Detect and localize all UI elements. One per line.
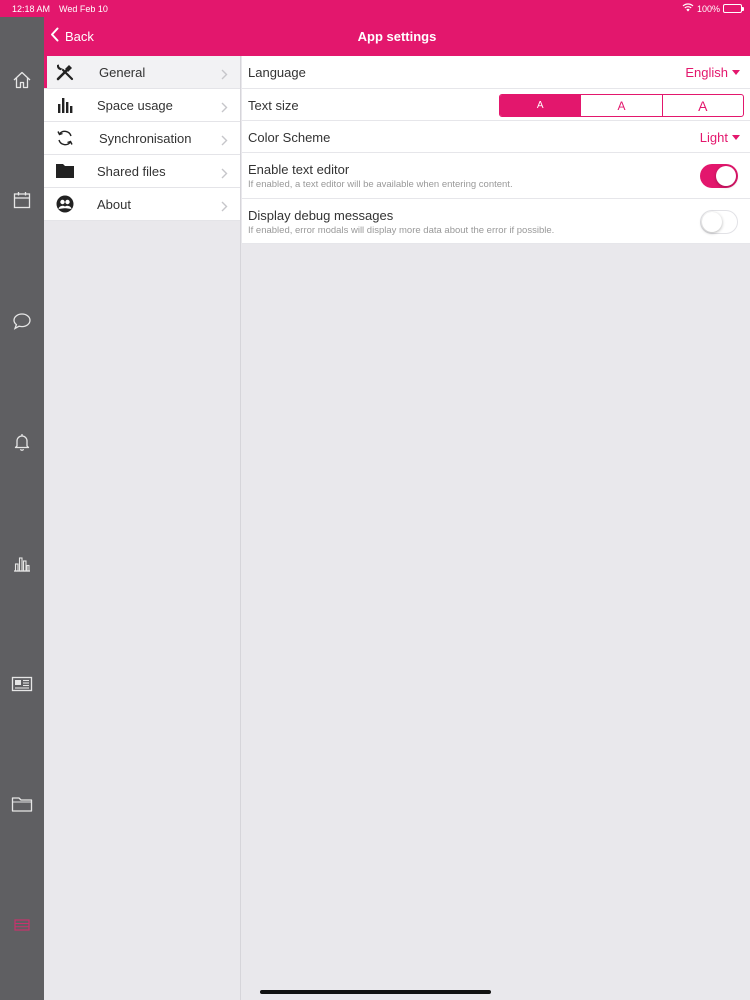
caret-down-icon — [732, 70, 740, 75]
text-size-small-button[interactable]: A — [500, 95, 581, 116]
menu-item-label: General — [99, 64, 146, 80]
chat-icon[interactable] — [11, 310, 33, 332]
debug-messages-description: If enabled, error modals will display mo… — [248, 225, 555, 236]
text-editor-row: Enable text editor If enabled, a text ed… — [242, 153, 750, 199]
tools-icon — [54, 62, 76, 82]
menu-item-space-usage[interactable]: Space usage — [44, 89, 240, 122]
caret-down-icon — [732, 135, 740, 140]
app-header: 12:18 AM Wed Feb 10 100% Back App settin… — [0, 0, 750, 56]
settings-menu-list: General Space usage Synchronisation Shar… — [44, 56, 240, 221]
users-icon — [54, 194, 76, 214]
text-size-row: Text size A A A — [242, 89, 750, 121]
debug-messages-row: Display debug messages If enabled, error… — [242, 199, 750, 244]
calendar-icon[interactable] — [11, 189, 33, 211]
wifi-icon — [682, 3, 694, 14]
toggle-knob — [716, 166, 736, 186]
chevron-right-icon — [221, 199, 228, 217]
menu-item-synchronisation[interactable]: Synchronisation — [44, 122, 240, 155]
bell-icon[interactable] — [11, 431, 33, 453]
language-row: Language English — [242, 56, 750, 89]
debug-messages-label: Display debug messages — [248, 208, 394, 223]
language-label: Language — [248, 65, 306, 80]
app-rail — [0, 17, 44, 1000]
color-scheme-label: Color Scheme — [248, 130, 331, 145]
folder-icon[interactable] — [11, 793, 33, 815]
text-size-medium-button[interactable]: A — [580, 95, 661, 116]
menu-item-label: Shared files — [97, 163, 166, 179]
language-value: English — [685, 65, 728, 80]
battery-percent: 100% — [696, 3, 720, 14]
status-indicators: 100% — [682, 3, 744, 14]
language-dropdown[interactable]: English — [685, 65, 740, 80]
status-time: 12:18 AM — [12, 4, 51, 14]
settings-panel: Language English Text size A A A Color S… — [242, 56, 750, 244]
settings-icon[interactable] — [11, 914, 33, 936]
sync-icon — [54, 128, 76, 148]
menu-item-about[interactable]: About — [44, 188, 240, 221]
chart-icon[interactable] — [11, 552, 33, 574]
menu-item-label: About — [97, 196, 131, 212]
chevron-right-icon — [221, 166, 228, 184]
color-scheme-row: Color Scheme Light — [242, 121, 750, 153]
debug-messages-toggle[interactable] — [700, 210, 738, 234]
menu-item-shared-files[interactable]: Shared files — [44, 155, 240, 188]
page-title: App settings — [357, 29, 437, 44]
text-size-large-button[interactable]: A — [661, 95, 743, 116]
status-date: Wed Feb 10 — [59, 4, 108, 14]
settings-menu: General Space usage Synchronisation Shar… — [44, 56, 241, 1000]
news-icon[interactable] — [11, 673, 33, 695]
text-size-label: Text size — [248, 98, 299, 113]
text-editor-toggle[interactable] — [700, 164, 738, 188]
folder-icon — [54, 161, 76, 181]
toggle-knob — [702, 212, 722, 232]
bar-chart-icon — [54, 95, 76, 115]
menu-item-label: Space usage — [97, 97, 173, 113]
chevron-right-icon — [221, 67, 228, 85]
text-editor-description: If enabled, a text editor will be availa… — [248, 179, 513, 190]
menu-item-label: Synchronisation — [99, 130, 192, 146]
home-indicator — [260, 990, 491, 994]
battery-icon — [723, 4, 744, 13]
color-scheme-dropdown[interactable]: Light — [700, 130, 740, 145]
home-icon[interactable] — [11, 69, 33, 91]
text-editor-label: Enable text editor — [248, 162, 350, 177]
chevron-right-icon — [221, 133, 228, 151]
chevron-right-icon — [221, 100, 228, 118]
text-size-selector: A A A — [499, 94, 744, 117]
menu-item-general[interactable]: General — [44, 56, 240, 89]
color-scheme-value: Light — [699, 130, 728, 145]
